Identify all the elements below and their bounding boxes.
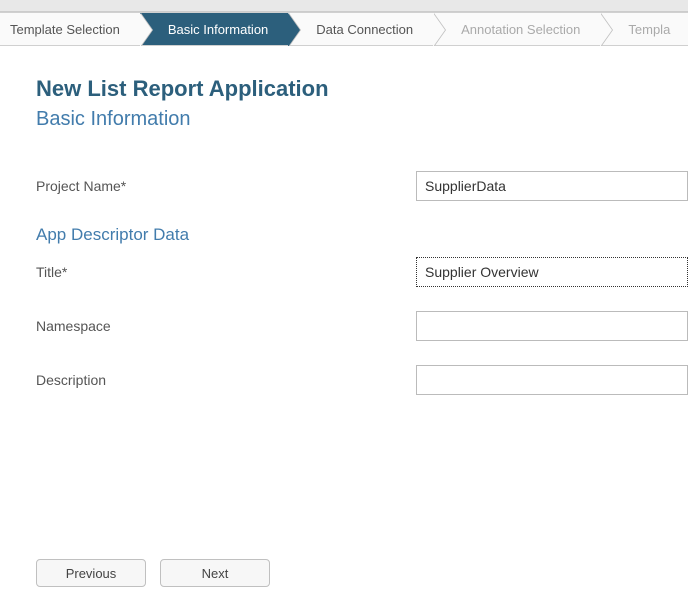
step-basic-information[interactable]: Basic Information	[140, 12, 288, 46]
namespace-label: Namespace	[36, 318, 416, 334]
row-description: Description	[36, 365, 688, 395]
footer-buttons: Previous Next	[0, 439, 688, 607]
title-label: Title*	[36, 264, 416, 280]
section-app-descriptor: App Descriptor Data	[36, 225, 688, 245]
previous-button[interactable]: Previous	[36, 559, 146, 587]
step-label: Data Connection	[316, 22, 413, 37]
step-label: Template Selection	[10, 22, 120, 37]
project-name-label: Project Name*	[36, 178, 416, 194]
window-topbar	[0, 0, 688, 12]
step-label: Templa	[628, 22, 670, 37]
row-namespace: Namespace	[36, 311, 688, 341]
description-input[interactable]	[416, 365, 688, 395]
project-name-input[interactable]	[416, 171, 688, 201]
next-button[interactable]: Next	[160, 559, 270, 587]
step-template-customization[interactable]: Templa	[600, 12, 688, 46]
step-label: Annotation Selection	[461, 22, 580, 37]
description-label: Description	[36, 372, 416, 388]
row-project-name: Project Name*	[36, 171, 688, 201]
row-title: Title*	[36, 257, 688, 287]
step-label: Basic Information	[168, 22, 268, 37]
step-data-connection[interactable]: Data Connection	[288, 12, 433, 46]
namespace-input[interactable]	[416, 311, 688, 341]
step-template-selection[interactable]: Template Selection	[0, 12, 140, 46]
page-subtitle: Basic Information	[36, 108, 688, 131]
main-content: New List Report Application Basic Inform…	[0, 46, 688, 439]
title-input[interactable]	[416, 257, 688, 287]
step-annotation-selection[interactable]: Annotation Selection	[433, 12, 600, 46]
page-title: New List Report Application	[36, 76, 688, 102]
wizard-steps: Template Selection Basic Information Dat…	[0, 12, 688, 46]
